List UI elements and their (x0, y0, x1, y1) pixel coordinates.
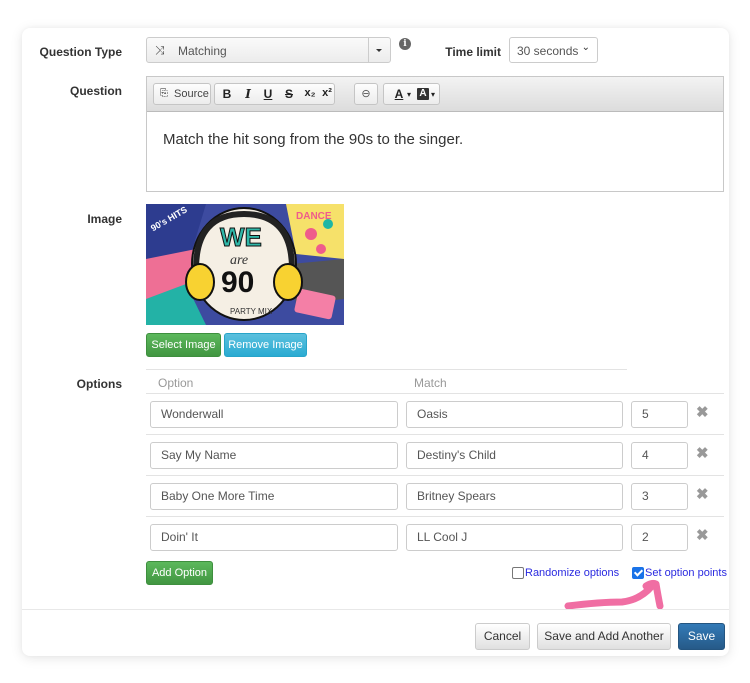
randomize-checkbox[interactable] (512, 567, 524, 579)
match-input[interactable]: Oasis (406, 401, 623, 428)
italic-button[interactable]: I (242, 87, 254, 103)
option-input[interactable]: Baby One More Time (150, 483, 398, 510)
color-group: A ▾ A ▾ (383, 83, 440, 105)
question-image: WE are 90 PARTY MIX DANCE 90's HITS (146, 204, 344, 325)
bg-color-button[interactable]: A (417, 88, 429, 100)
link-button[interactable]: ⊖ (354, 83, 378, 105)
delete-icon[interactable]: ✖ (696, 444, 709, 462)
save-and-add-another-button[interactable]: Save and Add Another (537, 623, 671, 650)
option-input[interactable]: Wonderwall (150, 401, 398, 428)
question-label: Question (69, 84, 122, 98)
points-input[interactable]: 3 (631, 483, 688, 510)
question-type-select[interactable]: ⤨ Matching (146, 37, 391, 63)
option-input[interactable]: Doin' It (150, 524, 398, 551)
bold-button[interactable]: B (221, 87, 233, 103)
svg-text:WE: WE (220, 222, 262, 252)
time-limit-value: 30 seconds (517, 44, 579, 58)
match-input[interactable]: Britney Spears (406, 483, 623, 510)
superscript-button[interactable]: x² (320, 87, 334, 103)
chevron-down-icon: ⌄ (581, 42, 590, 53)
image-label: Image (87, 212, 122, 226)
link-icon: ⊖ (361, 88, 371, 100)
points-input[interactable]: 4 (631, 442, 688, 469)
subscript-button[interactable]: x₂ (303, 87, 317, 103)
select-image-button[interactable]: Select Image (146, 333, 221, 357)
cancel-button[interactable]: Cancel (475, 623, 530, 650)
time-limit-label: Time limit (445, 45, 501, 59)
option-input[interactable]: Say My Name (150, 442, 398, 469)
source-button[interactable]: ⎘ Source (153, 83, 211, 105)
question-text[interactable]: Match the hit song from the 90s to the s… (163, 131, 463, 148)
format-group: B I U S x₂ x² (214, 83, 335, 105)
svg-text:90: 90 (221, 266, 254, 299)
match-input[interactable]: LL Cool J (406, 524, 623, 551)
chevron-down-icon: ▾ (430, 90, 435, 99)
match-input[interactable]: Destiny's Child (406, 442, 623, 469)
divider (146, 393, 724, 394)
divider (146, 516, 724, 517)
underline-button[interactable]: U (262, 87, 274, 103)
points-input[interactable]: 2 (631, 524, 688, 551)
chevron-down-icon (368, 38, 390, 62)
source-label: Source (174, 88, 209, 100)
divider (146, 369, 627, 370)
editor-toolbar: ⎘ Source B I U S x₂ x² ⊖ A ▾ A ▾ (147, 77, 723, 112)
add-option-button[interactable]: Add Option (146, 561, 213, 585)
delete-icon[interactable]: ✖ (696, 485, 709, 503)
svg-text:PARTY MIX: PARTY MIX (230, 307, 273, 316)
divider (146, 434, 724, 435)
strikethrough-button[interactable]: S (283, 87, 295, 103)
svg-text:DANCE: DANCE (296, 211, 332, 222)
options-label: Options (76, 377, 122, 391)
save-button[interactable]: Save (678, 623, 725, 650)
points-input[interactable]: 5 (631, 401, 688, 428)
chevron-down-icon: ▾ (406, 90, 411, 99)
delete-icon[interactable]: ✖ (696, 403, 709, 421)
question-type-label: Question Type (39, 45, 122, 59)
footer-divider (22, 609, 729, 610)
question-editor: ⎘ Source B I U S x₂ x² ⊖ A ▾ A ▾ Match t… (146, 76, 724, 192)
question-type-value: Matching (178, 44, 227, 58)
remove-image-button[interactable]: Remove Image (224, 333, 307, 357)
shuffle-icon: ⤨ (155, 43, 165, 57)
source-icon: ⎘ (160, 88, 168, 99)
match-column-header: Match (414, 376, 447, 390)
time-limit-select[interactable]: 30 seconds ⌄ (509, 37, 598, 63)
divider (146, 475, 724, 476)
option-column-header: Option (158, 376, 194, 390)
annotation-arrow (564, 579, 664, 610)
delete-icon[interactable]: ✖ (696, 526, 709, 544)
